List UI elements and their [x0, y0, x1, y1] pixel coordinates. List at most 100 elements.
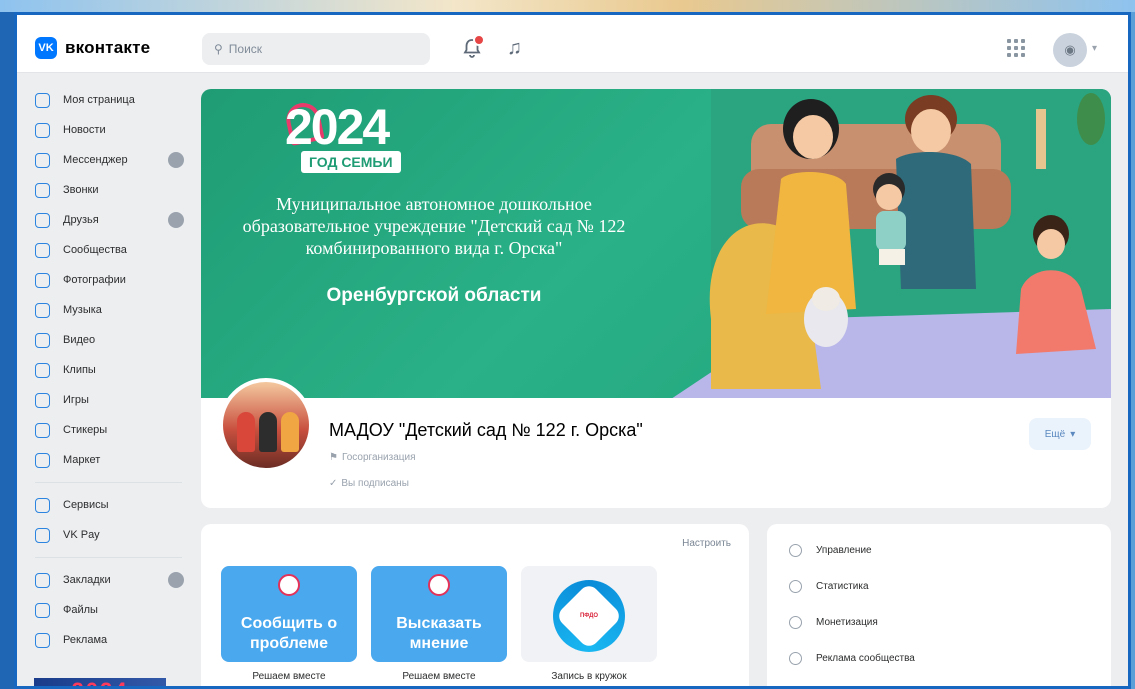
pfdo-logo-icon: ПФДО: [553, 580, 625, 652]
sidebar-item-label: Файлы: [63, 604, 98, 616]
community-type: ⚑ Госорганизация: [329, 452, 415, 463]
sidebar-banner[interactable]: 2024: [34, 678, 166, 686]
more-button[interactable]: Ещё ▾: [1029, 418, 1091, 450]
apps-grid-icon[interactable]: [1007, 39, 1025, 57]
community-title: МАДОУ "Детский сад № 122 г. Орска": [329, 420, 643, 440]
top-header: VK вконтакте ⚲ Поиск ♫ ◉ ▾: [17, 15, 1128, 73]
sidebar-item[interactable]: Стикеры: [17, 415, 192, 445]
stickers-icon: [35, 422, 50, 438]
gosuslugi-icon: [428, 574, 450, 596]
cover-year-label: ГОД СЕМЬИ: [301, 151, 401, 173]
sidebar-item-label: Закладки: [63, 574, 111, 586]
sidebar-item[interactable]: Сообщества: [17, 235, 192, 265]
sidebar-item[interactable]: Моя страница: [17, 85, 192, 115]
sidebar-item[interactable]: Сервисы: [17, 490, 192, 520]
management-item[interactable]: Монетизация: [767, 604, 1111, 640]
subscription-label: Вы подписаны: [341, 478, 409, 489]
management-item[interactable]: Статистика: [767, 568, 1111, 604]
music-icon[interactable]: ♫: [507, 37, 522, 60]
community-cover: 2024 ГОД СЕМЬИ Муниципальное автономное …: [201, 89, 1111, 399]
sidebar: Моя страница Новости Мессенджер Звонки Друзь…: [17, 85, 192, 655]
management-item[interactable]: Управление: [767, 532, 1111, 568]
browser-window: VK вконтакте ⚲ Поиск ♫ ◉ ▾ Моя страница Н…: [14, 12, 1131, 689]
sidebar-item-label: Игры: [63, 394, 89, 406]
sidebar-item-label: VK Pay: [63, 529, 100, 541]
sidebar-item[interactable]: Видео: [17, 325, 192, 355]
sidebar-item[interactable]: Мессенджер: [17, 145, 192, 175]
flag-icon: ⚑: [329, 452, 338, 463]
cover-year: 2024: [285, 99, 390, 155]
widgets-card: Настроить Сообщить о проблеме Решаем вме…: [201, 524, 749, 686]
sidebar-item[interactable]: Фотографии: [17, 265, 192, 295]
sidebar-item-label: Клипы: [63, 364, 96, 376]
logo-text: вконтакте: [65, 38, 151, 57]
sidebar-item[interactable]: VK Pay: [17, 520, 192, 550]
services-icon: [35, 497, 50, 513]
cover-region: Оренбургской области: [326, 285, 542, 306]
sidebar-item[interactable]: Новости: [17, 115, 192, 145]
vkpay-icon: [35, 527, 50, 543]
sidebar-item-label: Маркет: [63, 454, 101, 466]
clips-icon: [35, 362, 50, 378]
sidebar-item-label: Видео: [63, 334, 96, 346]
file-icon: [35, 602, 50, 618]
tile-caption: Решаем вместе: [252, 671, 326, 682]
tile-caption: Запись в кружок: [551, 671, 627, 682]
sidebar-item[interactable]: Друзья: [17, 205, 192, 235]
tile-give-opinion[interactable]: Высказать мнение: [371, 566, 507, 662]
news-icon: [35, 122, 50, 138]
sidebar-item[interactable]: Закладки: [17, 565, 192, 595]
chevron-down-icon[interactable]: ▾: [1092, 43, 1097, 54]
counter-badge: [168, 572, 184, 588]
sidebar-divider: [35, 482, 182, 483]
cover-org-name: Муниципальное автономное дошкольное обра…: [242, 194, 626, 258]
sidebar-item-label: Сервисы: [63, 499, 109, 511]
tile-club-enrollment[interactable]: ПФДО: [521, 566, 657, 662]
sidebar-item[interactable]: Звонки: [17, 175, 192, 205]
sidebar-item[interactable]: Реклама: [17, 625, 192, 655]
user-avatar-button[interactable]: ◉: [1053, 33, 1087, 67]
bookmark-icon: [35, 572, 50, 588]
promo-icon: [789, 651, 802, 665]
chevron-down-icon: ▾: [1070, 428, 1076, 440]
music-icon: [35, 302, 50, 318]
user-icon: [35, 92, 50, 108]
counter-badge: [168, 212, 184, 228]
sidebar-item-label: Моя страница: [63, 94, 135, 106]
money-icon: [789, 615, 802, 629]
sidebar-item[interactable]: Музыка: [17, 295, 192, 325]
customize-link[interactable]: Настроить: [682, 538, 731, 549]
tile-report-problem[interactable]: Сообщить о проблеме: [221, 566, 357, 662]
community-type-label: Госорганизация: [341, 452, 416, 463]
sidebar-item[interactable]: Игры: [17, 385, 192, 415]
subscription-status[interactable]: ✓ Вы подписаны: [329, 478, 409, 489]
tile-title: Сообщить о проблеме: [240, 615, 338, 652]
search-placeholder: Поиск: [228, 42, 263, 56]
gosuslugi-icon: [278, 574, 300, 596]
check-icon: ✓: [329, 478, 338, 489]
background-decoration: [0, 0, 1135, 12]
search-icon: ⚲: [214, 42, 223, 56]
sidebar-item[interactable]: Маркет: [17, 445, 192, 475]
stats-icon: [789, 579, 802, 593]
message-icon: [35, 152, 50, 168]
notification-badge: [473, 34, 485, 46]
search-input[interactable]: ⚲ Поиск: [202, 33, 430, 65]
vk-logo[interactable]: VK вконтакте: [35, 37, 150, 59]
notifications-button[interactable]: [461, 34, 485, 61]
sidebar-item[interactable]: Файлы: [17, 595, 192, 625]
pfdo-logo-text: ПФДО: [579, 612, 599, 619]
friends-icon: [35, 212, 50, 228]
sidebar-item[interactable]: Клипы: [17, 355, 192, 385]
games-icon: [35, 392, 50, 408]
management-menu: Управление Статистика Монетизация Реклама с…: [767, 524, 1111, 686]
tile-title: Высказать мнение: [396, 615, 482, 652]
community-avatar[interactable]: [219, 378, 313, 472]
vk-logo-icon: VK: [35, 37, 57, 59]
more-label: Ещё: [1044, 428, 1066, 440]
management-item[interactable]: Реклама сообщества: [767, 640, 1111, 676]
phone-icon: [35, 182, 50, 198]
management-item-label: Реклама сообщества: [816, 652, 915, 664]
sidebar-item-label: Стикеры: [63, 424, 108, 436]
tile-caption: Решаем вместе: [402, 671, 476, 682]
